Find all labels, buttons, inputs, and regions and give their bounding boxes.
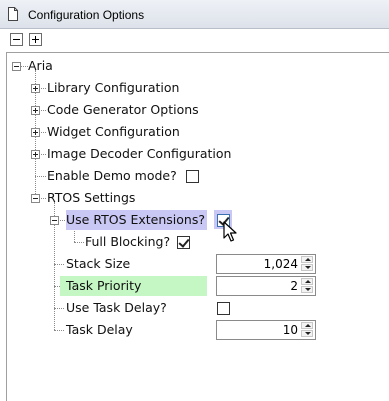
tree-item-aria[interactable]: Aria	[28, 58, 53, 74]
tree-item-use-rtos-extensions[interactable]: Use RTOS Extensions?	[66, 212, 205, 228]
tree-connector	[58, 220, 65, 221]
increment-icon[interactable]	[301, 322, 313, 329]
tree-item-enable-demo-mode[interactable]: Enable Demo mode?	[47, 168, 177, 184]
spinner-arrows[interactable]	[300, 278, 314, 294]
task-delay-spinner[interactable]: 10	[216, 320, 316, 340]
tree-item-widget-configuration[interactable]: Widget Configuration	[47, 124, 180, 140]
window-title: Configuration Options	[28, 8, 145, 22]
stack-size-spinner[interactable]: 1,024	[216, 254, 316, 274]
collapse-rtos-extensions-toggle[interactable]	[50, 216, 59, 225]
tree-item-code-generator-options[interactable]: Code Generator Options	[47, 102, 199, 118]
configuration-options-window: Configuration Options Aria Library Confi…	[0, 0, 389, 401]
tree-connector	[20, 66, 28, 67]
tree-item-library-configuration[interactable]: Library Configuration	[47, 80, 179, 96]
tree-connector	[39, 132, 46, 133]
tree-connector	[39, 154, 46, 155]
full-blocking-checkbox[interactable]	[177, 236, 190, 249]
tree-item-task-delay[interactable]: Task Delay	[66, 322, 133, 338]
expand-all-button[interactable]	[29, 33, 42, 46]
tree-connector	[39, 110, 46, 111]
spinner-arrows[interactable]	[300, 322, 314, 338]
tree-item-stack-size[interactable]: Stack Size	[66, 256, 130, 272]
toolbar	[0, 29, 389, 51]
increment-icon[interactable]	[301, 256, 313, 263]
collapse-rtos-toggle[interactable]	[31, 194, 40, 203]
stack-size-value[interactable]: 1,024	[264, 257, 298, 271]
tree-connector	[39, 88, 46, 89]
decrement-icon[interactable]	[301, 264, 313, 271]
task-priority-value[interactable]: 2	[290, 279, 298, 293]
expand-image-decoder-toggle[interactable]	[31, 150, 40, 159]
title-bar: Configuration Options	[0, 0, 389, 29]
tree-item-image-decoder-configuration[interactable]: Image Decoder Configuration	[47, 146, 231, 162]
tree-connector	[54, 264, 64, 265]
spinner-arrows[interactable]	[300, 256, 314, 272]
decrement-icon[interactable]	[301, 286, 313, 293]
increment-icon[interactable]	[301, 278, 313, 285]
tree-item-task-priority[interactable]: Task Priority	[66, 278, 141, 294]
collapse-all-button[interactable]	[10, 33, 23, 46]
expand-codegen-toggle[interactable]	[31, 106, 40, 115]
document-icon	[8, 7, 18, 21]
task-priority-spinner[interactable]: 2	[216, 276, 316, 296]
use-task-delay-checkbox[interactable]	[217, 302, 230, 315]
tree-connector	[54, 308, 64, 309]
tree-connector	[74, 242, 84, 243]
task-delay-value[interactable]: 10	[283, 323, 298, 337]
tree-connector	[54, 330, 64, 331]
decrement-icon[interactable]	[301, 330, 313, 337]
tree-item-rtos-settings[interactable]: RTOS Settings	[47, 190, 135, 206]
enable-demo-mode-checkbox[interactable]	[186, 170, 199, 183]
expand-library-toggle[interactable]	[31, 84, 40, 93]
tree-item-use-task-delay[interactable]: Use Task Delay?	[66, 300, 167, 316]
mouse-pointer-icon	[223, 221, 237, 242]
tree-item-full-blocking[interactable]: Full Blocking?	[85, 234, 170, 250]
tree-connector	[35, 176, 46, 177]
expand-widget-toggle[interactable]	[31, 128, 40, 137]
tree-connector	[39, 198, 46, 199]
collapse-aria-toggle[interactable]	[12, 62, 21, 71]
